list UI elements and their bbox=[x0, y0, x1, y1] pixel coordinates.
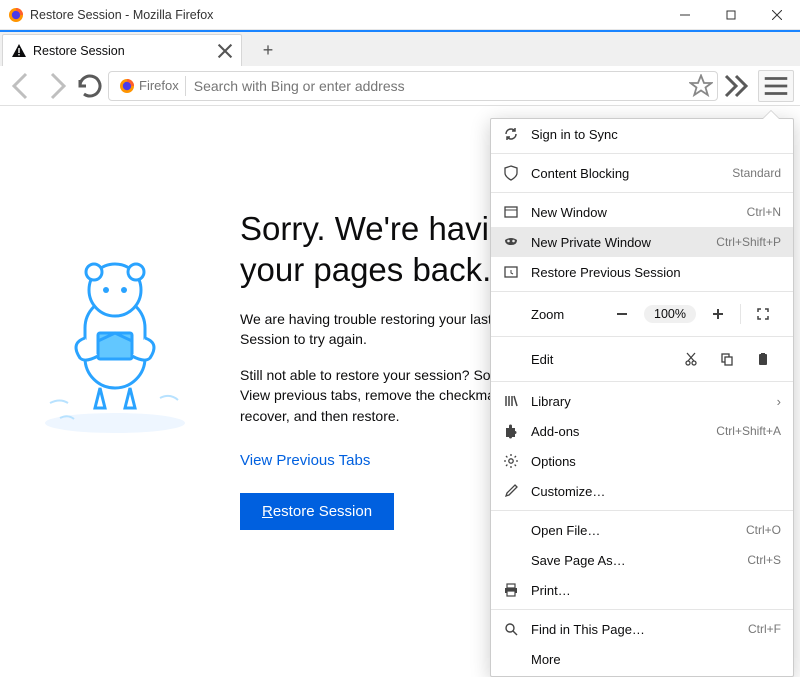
back-button[interactable] bbox=[6, 70, 38, 102]
window-minimize-button[interactable] bbox=[662, 0, 708, 30]
firefox-icon bbox=[119, 78, 135, 94]
zoom-level[interactable]: 100% bbox=[644, 305, 696, 323]
bookmark-star-button[interactable] bbox=[689, 74, 713, 98]
new-tab-button[interactable]: + bbox=[252, 34, 284, 66]
gear-icon bbox=[503, 453, 519, 469]
url-bar[interactable]: Firefox bbox=[108, 71, 718, 101]
window-title: Restore Session - Mozilla Firefox bbox=[30, 8, 213, 22]
menu-open-file[interactable]: Open File… Ctrl+O bbox=[491, 515, 793, 545]
paintbrush-icon bbox=[503, 483, 519, 499]
window-close-button[interactable] bbox=[754, 0, 800, 30]
paste-button[interactable] bbox=[745, 352, 781, 366]
menu-library[interactable]: Library › bbox=[491, 386, 793, 416]
cut-button[interactable] bbox=[673, 352, 709, 366]
mask-icon bbox=[503, 234, 519, 250]
menu-sign-in-sync[interactable]: Sign in to Sync bbox=[491, 119, 793, 149]
reload-button[interactable] bbox=[74, 70, 106, 102]
app-menu-panel: Sign in to Sync Content Blocking Standar… bbox=[490, 118, 794, 677]
navigation-toolbar: Firefox bbox=[0, 66, 800, 106]
tab-label: Restore Session bbox=[33, 44, 217, 58]
tab-restore-session[interactable]: Restore Session bbox=[2, 34, 242, 66]
tab-strip: Restore Session + bbox=[0, 30, 800, 66]
menu-customize[interactable]: Customize… bbox=[491, 476, 793, 506]
shield-icon bbox=[503, 165, 519, 181]
identity-box[interactable]: Firefox bbox=[113, 76, 186, 96]
sync-icon bbox=[503, 126, 519, 142]
menu-more[interactable]: More bbox=[491, 644, 793, 674]
hamburger-menu-button[interactable] bbox=[758, 70, 794, 102]
error-illustration bbox=[30, 248, 200, 448]
print-icon bbox=[503, 582, 519, 598]
copy-button[interactable] bbox=[709, 352, 745, 366]
zoom-out-button[interactable] bbox=[604, 307, 640, 321]
menu-new-window[interactable]: New Window Ctrl+N bbox=[491, 197, 793, 227]
warning-icon bbox=[11, 43, 27, 59]
menu-addons[interactable]: Add-ons Ctrl+Shift+A bbox=[491, 416, 793, 446]
menu-zoom-row: Zoom 100% bbox=[491, 296, 793, 332]
window-maximize-button[interactable] bbox=[708, 0, 754, 30]
firefox-icon bbox=[8, 7, 24, 23]
address-input[interactable] bbox=[186, 78, 689, 94]
search-icon bbox=[503, 621, 519, 637]
menu-edit-row: Edit bbox=[491, 341, 793, 377]
window-icon bbox=[503, 204, 519, 220]
zoom-in-button[interactable] bbox=[700, 307, 736, 321]
identity-label: Firefox bbox=[139, 78, 179, 93]
window-titlebar: Restore Session - Mozilla Firefox bbox=[0, 0, 800, 30]
menu-print[interactable]: Print… bbox=[491, 575, 793, 605]
menu-new-private-window[interactable]: New Private Window Ctrl+Shift+P bbox=[491, 227, 793, 257]
chevron-right-icon: › bbox=[777, 394, 781, 409]
view-previous-tabs-link[interactable]: View Previous Tabs bbox=[240, 452, 370, 469]
menu-find[interactable]: Find in This Page… Ctrl+F bbox=[491, 614, 793, 644]
puzzle-icon bbox=[503, 423, 519, 439]
menu-options[interactable]: Options bbox=[491, 446, 793, 476]
forward-button[interactable] bbox=[40, 70, 72, 102]
tab-close-button[interactable] bbox=[217, 43, 233, 59]
restore-icon bbox=[503, 264, 519, 280]
menu-save-page[interactable]: Save Page As… Ctrl+S bbox=[491, 545, 793, 575]
menu-content-blocking[interactable]: Content Blocking Standard bbox=[491, 158, 793, 188]
fullscreen-button[interactable] bbox=[745, 307, 781, 321]
library-icon bbox=[503, 393, 519, 409]
restore-session-button[interactable]: Restore Session bbox=[240, 493, 394, 530]
menu-restore-previous-session[interactable]: Restore Previous Session bbox=[491, 257, 793, 287]
overflow-button[interactable] bbox=[720, 70, 752, 102]
